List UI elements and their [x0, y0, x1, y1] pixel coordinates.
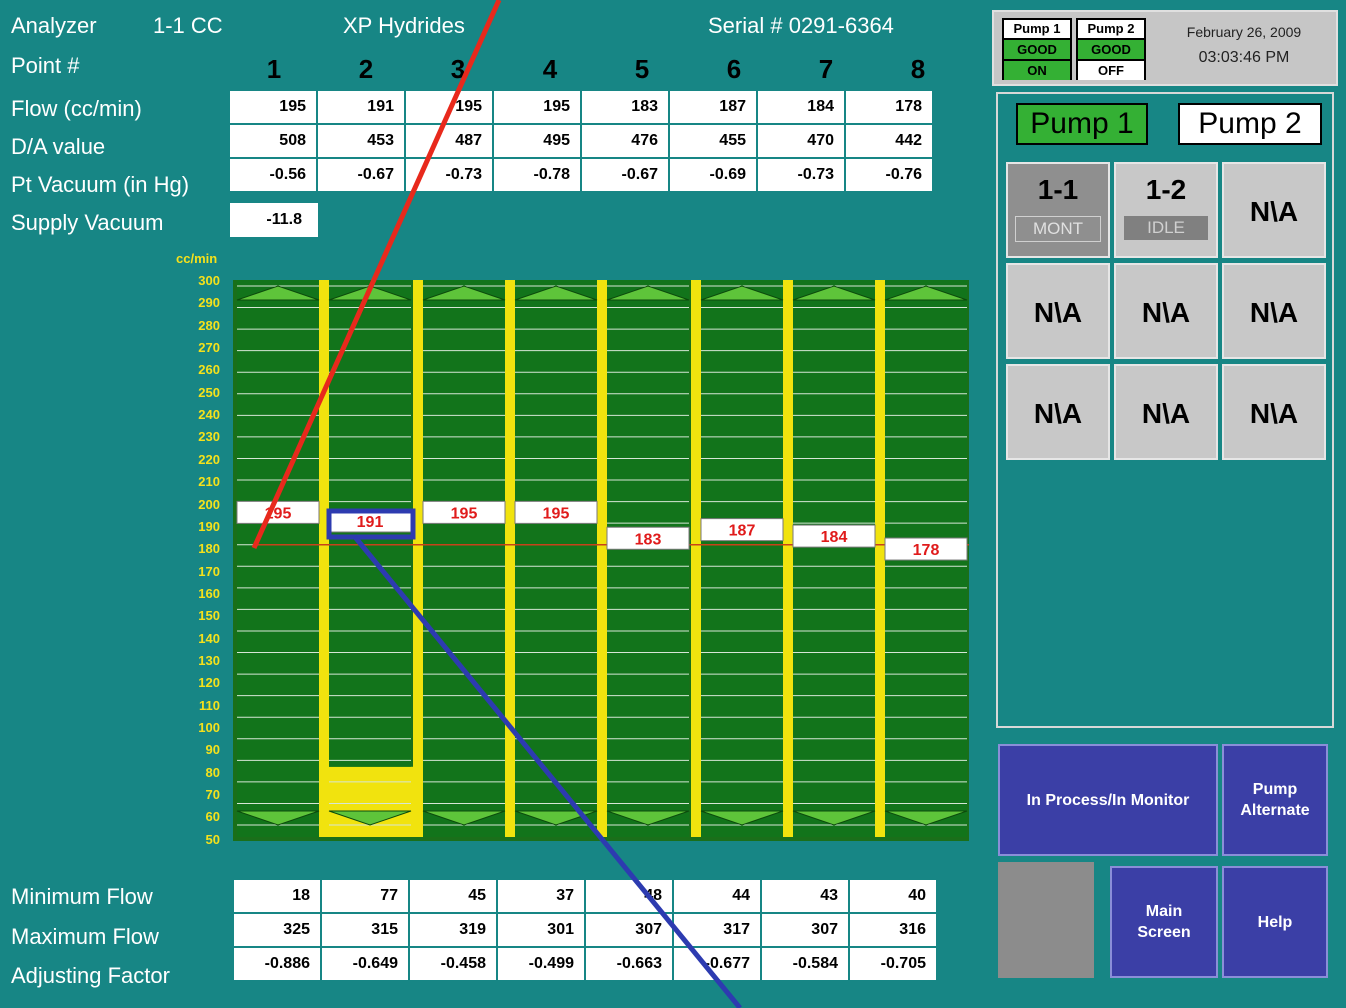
date-display: February 26, 2009: [1186, 24, 1302, 40]
side-panel: Pump 1 GOOD ON Pump 2 GOOD OFF February …: [986, 0, 1346, 1008]
analyzer-status: MONT: [1015, 216, 1101, 242]
main-screen-label-2: Screen: [1137, 924, 1191, 941]
pump1-tab[interactable]: Pump 1: [1016, 103, 1148, 145]
analyzer-cell[interactable]: N\A: [1114, 263, 1218, 359]
pump2-status: Pump 2 GOOD OFF: [1076, 18, 1146, 80]
analyzer-status: IDLE: [1124, 216, 1208, 240]
blue-annotation-line: [353, 535, 742, 1008]
analyzer-cell[interactable]: N\A: [1222, 364, 1326, 460]
analyzer-cell[interactable]: 1-1 MONT: [1006, 162, 1110, 258]
pump-alternate-label-2: Alternate: [1240, 802, 1310, 819]
pump-alternate-label-1: Pump: [1252, 781, 1298, 798]
analyzer-cell[interactable]: N\A: [1222, 162, 1326, 258]
analyzer-name: N\A: [1249, 196, 1299, 227]
analyzer-name: N\A: [1033, 297, 1083, 328]
in-process-monitor-button[interactable]: In Process/In Monitor: [998, 744, 1218, 856]
analyzer-name: 1-1: [1037, 174, 1079, 205]
analyzer-name: N\A: [1033, 398, 1083, 429]
pump2-state: GOOD: [1078, 40, 1144, 61]
pump1-state: GOOD: [1004, 40, 1070, 61]
analyzer-cell[interactable]: N\A: [1222, 263, 1326, 359]
help-label: Help: [1257, 913, 1293, 931]
main-screen-label-1: Main: [1145, 903, 1183, 920]
pump2-power: OFF: [1078, 61, 1144, 80]
analyzer-cell[interactable]: N\A: [1114, 364, 1218, 460]
main-panel: Analyzer 1-1 CC XP Hydrides Serial # 029…: [0, 0, 986, 1008]
in-process-monitor-label: In Process/In Monitor: [1026, 791, 1190, 809]
annotation-overlay: [251, 0, 742, 1008]
analyzer-name: N\A: [1249, 297, 1299, 328]
pump1-status: Pump 1 GOOD ON: [1002, 18, 1072, 80]
blue-highlight-box: [326, 508, 416, 540]
analyzer-name: N\A: [1141, 297, 1191, 328]
main-screen-button[interactable]: Main Screen: [1110, 866, 1218, 978]
analyzer-panel: Pump 1 Pump 2 1-1 MONT 1-2 IDLE N\A N\A N\A N\A…: [996, 92, 1334, 728]
pump2-status-label: Pump 2: [1078, 20, 1144, 40]
analyzer-cell[interactable]: 1-2 IDLE: [1114, 162, 1218, 258]
analyzer-name: N\A: [1249, 398, 1299, 429]
pump-alternate-button[interactable]: Pump Alternate: [1222, 744, 1328, 856]
pump1-power: ON: [1004, 61, 1070, 80]
status-box: Pump 1 GOOD ON Pump 2 GOOD OFF February …: [992, 10, 1338, 86]
analyzer-name: 1-2: [1145, 174, 1187, 205]
help-button[interactable]: Help: [1222, 866, 1328, 978]
analyzer-cell[interactable]: N\A: [1006, 364, 1110, 460]
red-annotation-line: [251, 0, 502, 550]
time-display: 03:03:46 PM: [1198, 49, 1290, 66]
pump1-status-label: Pump 1: [1004, 20, 1070, 40]
pump2-tab[interactable]: Pump 2: [1178, 103, 1322, 145]
blank-button-slot: [998, 862, 1094, 978]
analyzer-name: N\A: [1141, 398, 1191, 429]
analyzer-cell[interactable]: N\A: [1006, 263, 1110, 359]
